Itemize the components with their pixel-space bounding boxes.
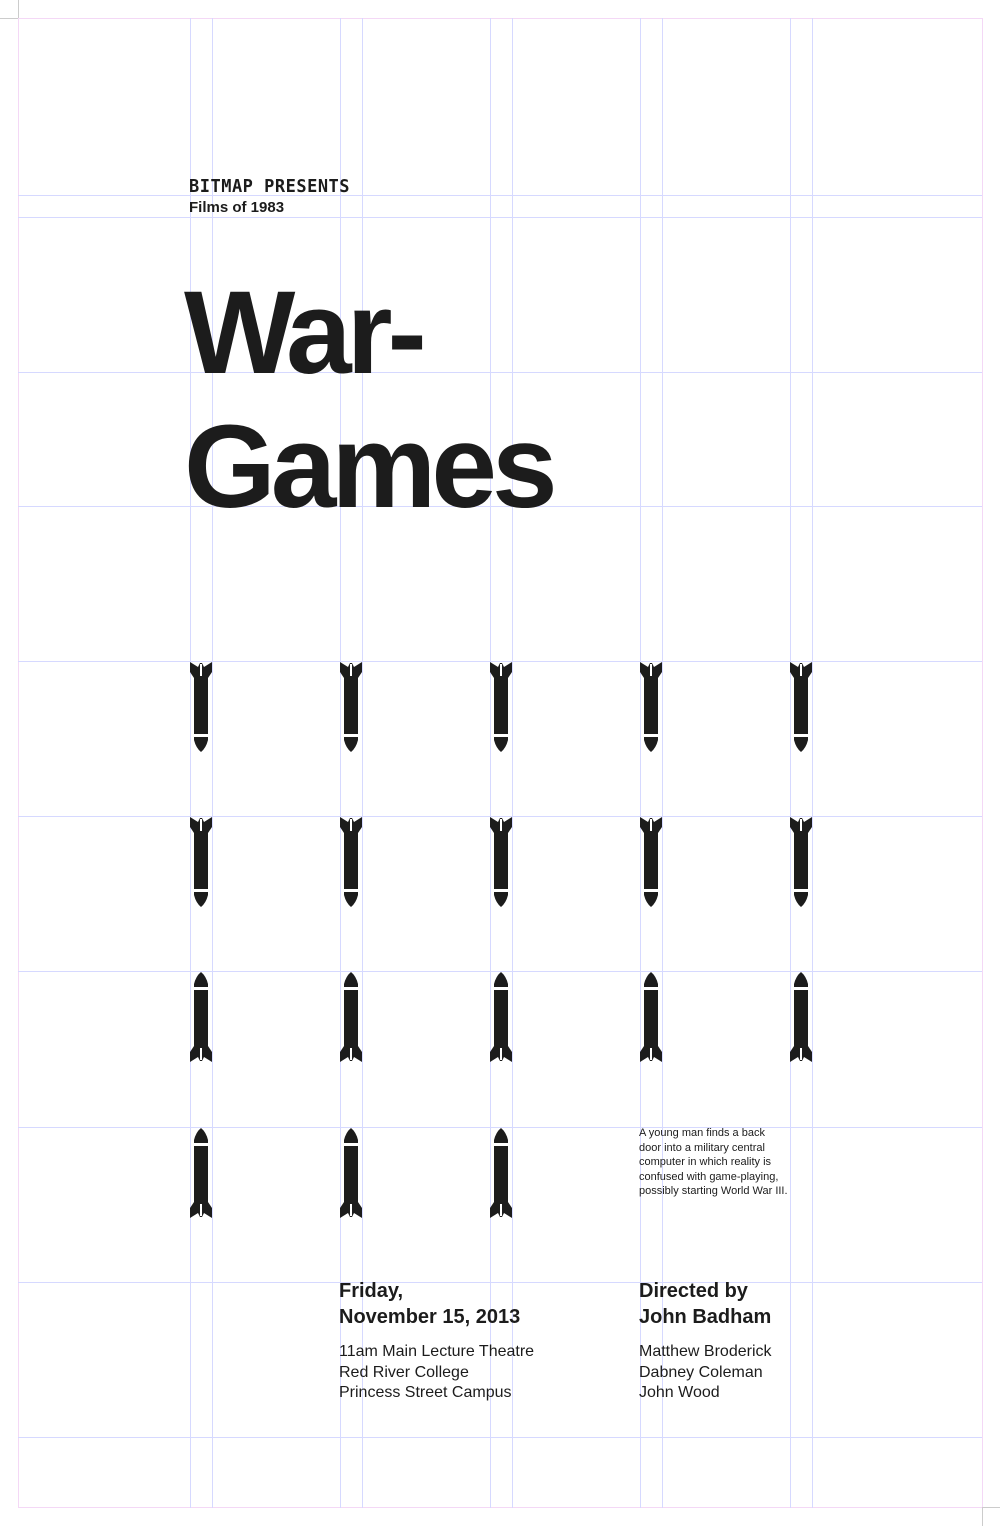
presenter-label: BITMAP PRESENTS: [189, 176, 351, 198]
bomb-icon: [340, 817, 362, 907]
event-date: November 15, 2013: [339, 1306, 521, 1328]
bomb-icon: [790, 972, 812, 1062]
grid-row-line: [18, 195, 982, 196]
credits: Directed by John Badham Matthew Broderic…: [639, 1278, 772, 1404]
grid-column-line: [790, 18, 791, 1508]
synopsis: A young man finds a back door into a mil…: [639, 1127, 788, 1198]
grid-row-line: [18, 217, 982, 218]
directed-by-label: Directed by: [639, 1280, 748, 1302]
event-day: Friday,: [339, 1280, 404, 1302]
bomb-icon: [640, 662, 662, 752]
grid-column-line: [190, 18, 191, 1508]
venue-line: 11am Main Lecture Theatre: [339, 1343, 535, 1360]
bomb-icon: [190, 972, 212, 1062]
series-label: Films of 1983: [189, 199, 285, 216]
bomb-icon: [340, 1128, 362, 1218]
bomb-icon: [790, 662, 812, 752]
director-name: John Badham: [639, 1306, 772, 1328]
cast-member: Matthew Broderick: [639, 1343, 772, 1360]
bomb-icon: [640, 817, 662, 907]
venue-line: Red River College: [339, 1363, 469, 1381]
bomb-icon: [490, 1128, 512, 1218]
event-info: Friday, November 15, 2013 11am Main Lect…: [339, 1278, 534, 1404]
bomb-icon: [190, 662, 212, 752]
crop-mark: [982, 1508, 983, 1526]
bomb-icon: [490, 972, 512, 1062]
bomb-icon: [640, 972, 662, 1062]
bomb-icon: [340, 972, 362, 1062]
bomb-icon: [190, 817, 212, 907]
grid-column-line: [212, 18, 213, 1508]
venue-line: Princess Street Campus: [339, 1384, 512, 1401]
crop-mark: [982, 1507, 1000, 1508]
bomb-icon: [490, 817, 512, 907]
title-line-1: War-: [184, 267, 427, 399]
cast-member: Dabney Coleman: [639, 1363, 763, 1381]
bomb-icon: [490, 662, 512, 752]
bomb-icon: [190, 1128, 212, 1218]
bomb-icon: [340, 662, 362, 752]
crop-mark: [18, 0, 19, 18]
title-line-2: Games: [184, 401, 558, 533]
bomb-icon: [790, 817, 812, 907]
grid-row-line: [18, 1437, 982, 1438]
crop-mark: [0, 18, 18, 19]
grid-column-line: [812, 18, 813, 1508]
grid-row-line: [18, 372, 982, 373]
cast-member: John Wood: [639, 1384, 720, 1401]
